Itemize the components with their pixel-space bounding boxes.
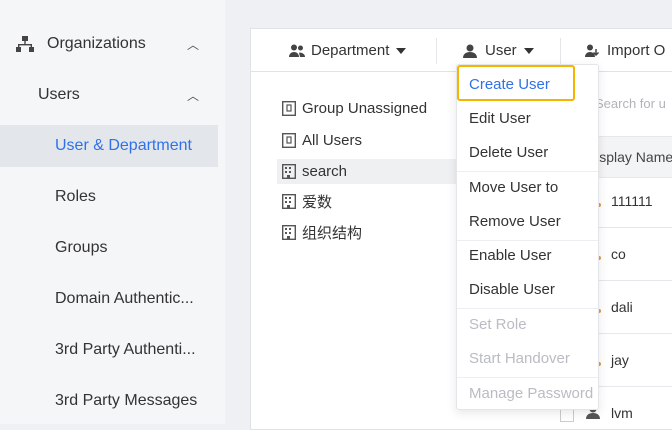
user-label: User (485, 42, 517, 59)
menu-item-disable-user[interactable]: Disable User (469, 281, 555, 298)
sidebar: Organizations ︿ Users ︿ User & Departmen… (0, 0, 226, 424)
column-header-display-name[interactable]: Display Name (592, 136, 672, 178)
chevron-up-icon: ︿ (187, 89, 200, 103)
sidebar-label: Groups (55, 239, 108, 256)
building-icon (282, 164, 296, 179)
row-divider (592, 280, 672, 281)
row-divider (592, 227, 672, 228)
menu-item-delete-user[interactable]: Delete User (469, 144, 548, 161)
sidebar-item-roles[interactable]: Roles (0, 176, 218, 218)
menu-divider (457, 377, 598, 378)
group-icon (282, 101, 296, 116)
menu-divider (457, 240, 598, 241)
sidebar-item-3rd-party-messages[interactable]: 3rd Party Messages (0, 380, 218, 422)
tree-item-label: search (302, 163, 348, 180)
sidebar-label: 3rd Party Authenti... (55, 341, 196, 358)
menu-item-create-user[interactable]: Create User (469, 76, 550, 93)
menu-item-enable-user[interactable]: Enable User (469, 247, 552, 264)
table-cell-display-name: co (611, 246, 626, 262)
tree-item-all-users[interactable]: All Users (277, 128, 472, 153)
column-header-label: Display Name (592, 149, 672, 165)
department-icon (289, 44, 305, 57)
tree-item-search[interactable]: search (277, 159, 472, 184)
sidebar-item-3rd-party-authentication[interactable]: 3rd Party Authenti... (0, 329, 218, 371)
sidebar-label-users: Users (38, 86, 80, 103)
sidebar-label: Roles (55, 188, 96, 205)
search-input[interactable]: Search for u (595, 96, 666, 111)
divider (436, 38, 437, 64)
tree-item-label: 爱数 (302, 194, 333, 211)
group-icon (282, 133, 296, 148)
import-label: Import O (607, 42, 666, 59)
menu-item-remove-user[interactable]: Remove User (469, 213, 561, 230)
building-icon (282, 194, 296, 209)
user-icon (463, 44, 477, 58)
sidebar-item-groups[interactable]: Groups (0, 227, 218, 269)
menu-item-edit-user[interactable]: Edit User (469, 110, 531, 127)
table-cell-display-name: lvm (611, 405, 633, 421)
table-cell-display-name: dali (611, 299, 633, 315)
table-cell-display-name: jay (611, 352, 629, 368)
sidebar-item-organizations[interactable]: Organizations ︿ (0, 23, 218, 65)
sidebar-label: User & Department (55, 137, 192, 154)
tree-item-label: 组织结构 (302, 225, 363, 242)
import-user-icon (585, 44, 600, 57)
menu-divider (457, 308, 598, 309)
sidebar-item-domain-authentication[interactable]: Domain Authentic... (0, 278, 218, 320)
tree-item-aishu[interactable]: 爱数 (277, 189, 472, 214)
sidebar-item-user-department[interactable]: User & Department (0, 125, 218, 167)
menu-item-manage-password: Manage Password (469, 385, 594, 402)
department-label: Department (311, 42, 390, 59)
tree-item-org-structure[interactable]: 组织结构 (277, 220, 472, 245)
table-cell-display-name: 111111 (611, 193, 653, 209)
department-menu-button[interactable]: Department (289, 29, 407, 72)
sidebar-item-users[interactable]: Users ︿ (0, 74, 218, 116)
chevron-up-icon: ︿ (187, 38, 200, 52)
row-divider (592, 333, 672, 334)
caret-down-icon (523, 47, 534, 54)
menu-divider (457, 171, 598, 172)
row-divider (592, 386, 672, 387)
divider (560, 38, 561, 64)
tree-item-label: Group Unassigned (302, 100, 428, 117)
menu-item-start-handover: Start Handover (469, 350, 570, 367)
menu-item-move-user-to[interactable]: Move User to (469, 179, 558, 196)
row-checkbox[interactable] (560, 408, 574, 422)
organization-icon (16, 36, 34, 52)
tree-item-group-unassigned[interactable]: Group Unassigned (277, 96, 472, 121)
building-icon (282, 225, 296, 240)
sidebar-label: 3rd Party Messages (55, 392, 198, 409)
caret-down-icon (396, 47, 407, 54)
sidebar-label: Domain Authentic... (55, 290, 194, 307)
sidebar-label-organizations: Organizations (47, 35, 146, 52)
tree-item-label: All Users (302, 132, 363, 149)
menu-item-set-role: Set Role (469, 316, 527, 333)
